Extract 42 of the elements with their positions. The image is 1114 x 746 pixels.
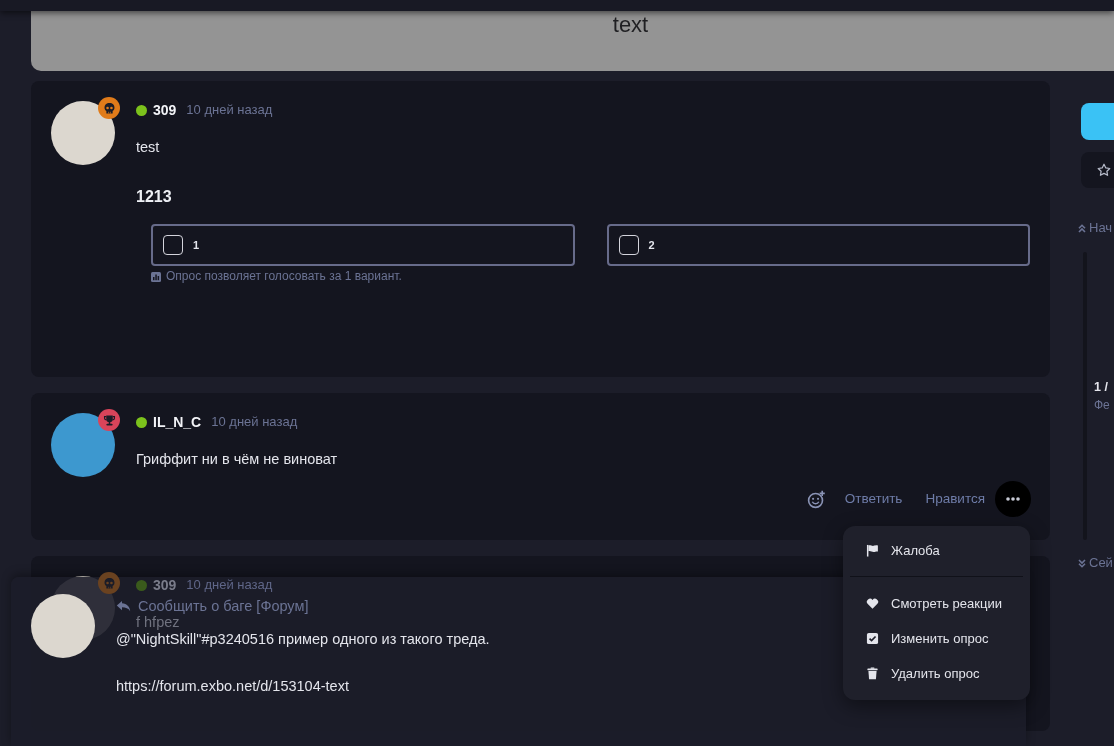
post-text: f hfpez bbox=[136, 614, 181, 632]
reply-button[interactable]: Ответить bbox=[844, 490, 903, 508]
post-time: 10 дней назад bbox=[186, 576, 273, 594]
trash-icon bbox=[866, 667, 879, 680]
reply-arrow-icon bbox=[116, 600, 131, 612]
double-chevron-up-icon bbox=[1078, 223, 1086, 233]
flag-icon bbox=[866, 544, 879, 557]
like-button[interactable]: Нравится bbox=[925, 490, 985, 508]
poll-note: Опрос позволяет голосовать за 1 вариант. bbox=[166, 269, 402, 284]
heart-icon bbox=[866, 597, 879, 610]
post-text: Гриффит ни в чём не виноват bbox=[136, 450, 339, 469]
scrubber-position: 1 / bbox=[1094, 379, 1109, 396]
poll-option[interactable]: 1 bbox=[151, 224, 575, 266]
post-time: 10 дней назад bbox=[186, 101, 273, 119]
poll-title: 1213 bbox=[136, 187, 173, 207]
double-chevron-down-icon bbox=[1078, 558, 1086, 568]
poll-option[interactable]: 2 bbox=[606, 224, 1030, 266]
username[interactable]: 309 bbox=[153, 101, 177, 119]
bar-chart-icon bbox=[151, 271, 161, 282]
menu-item[interactable]: Удалить опрос bbox=[843, 656, 1030, 691]
smiley-plus-icon bbox=[806, 489, 826, 509]
star-icon bbox=[1097, 163, 1111, 177]
username[interactable]: 309 bbox=[153, 576, 177, 594]
poll-checkbox[interactable] bbox=[163, 235, 183, 255]
menu-item[interactable]: Жалоба bbox=[843, 533, 1030, 568]
menu-item[interactable]: Изменить опрос bbox=[843, 621, 1030, 656]
react-button[interactable] bbox=[806, 489, 826, 509]
primary-button[interactable] bbox=[1081, 103, 1114, 140]
poll-checkbox[interactable] bbox=[618, 235, 639, 255]
menu-item[interactable]: Смотреть реакции bbox=[843, 586, 1030, 621]
scrubber-start-link[interactable]: Нач bbox=[1078, 219, 1114, 237]
scrubber-date: Фе bbox=[1094, 397, 1110, 414]
star-button[interactable] bbox=[1081, 152, 1114, 188]
checkbox-icon bbox=[866, 632, 879, 645]
more-button[interactable] bbox=[995, 481, 1031, 517]
ellipsis-icon bbox=[1006, 497, 1020, 501]
hero-title: text bbox=[612, 12, 649, 38]
username[interactable]: IL_N_C bbox=[153, 413, 202, 431]
post-time: 10 дней назад bbox=[211, 413, 298, 431]
reply-link[interactable]: Сообщить о баге [Форум] bbox=[116, 596, 309, 616]
post-text: test bbox=[136, 138, 161, 157]
scrubber-end-link[interactable]: Сей bbox=[1078, 554, 1114, 572]
